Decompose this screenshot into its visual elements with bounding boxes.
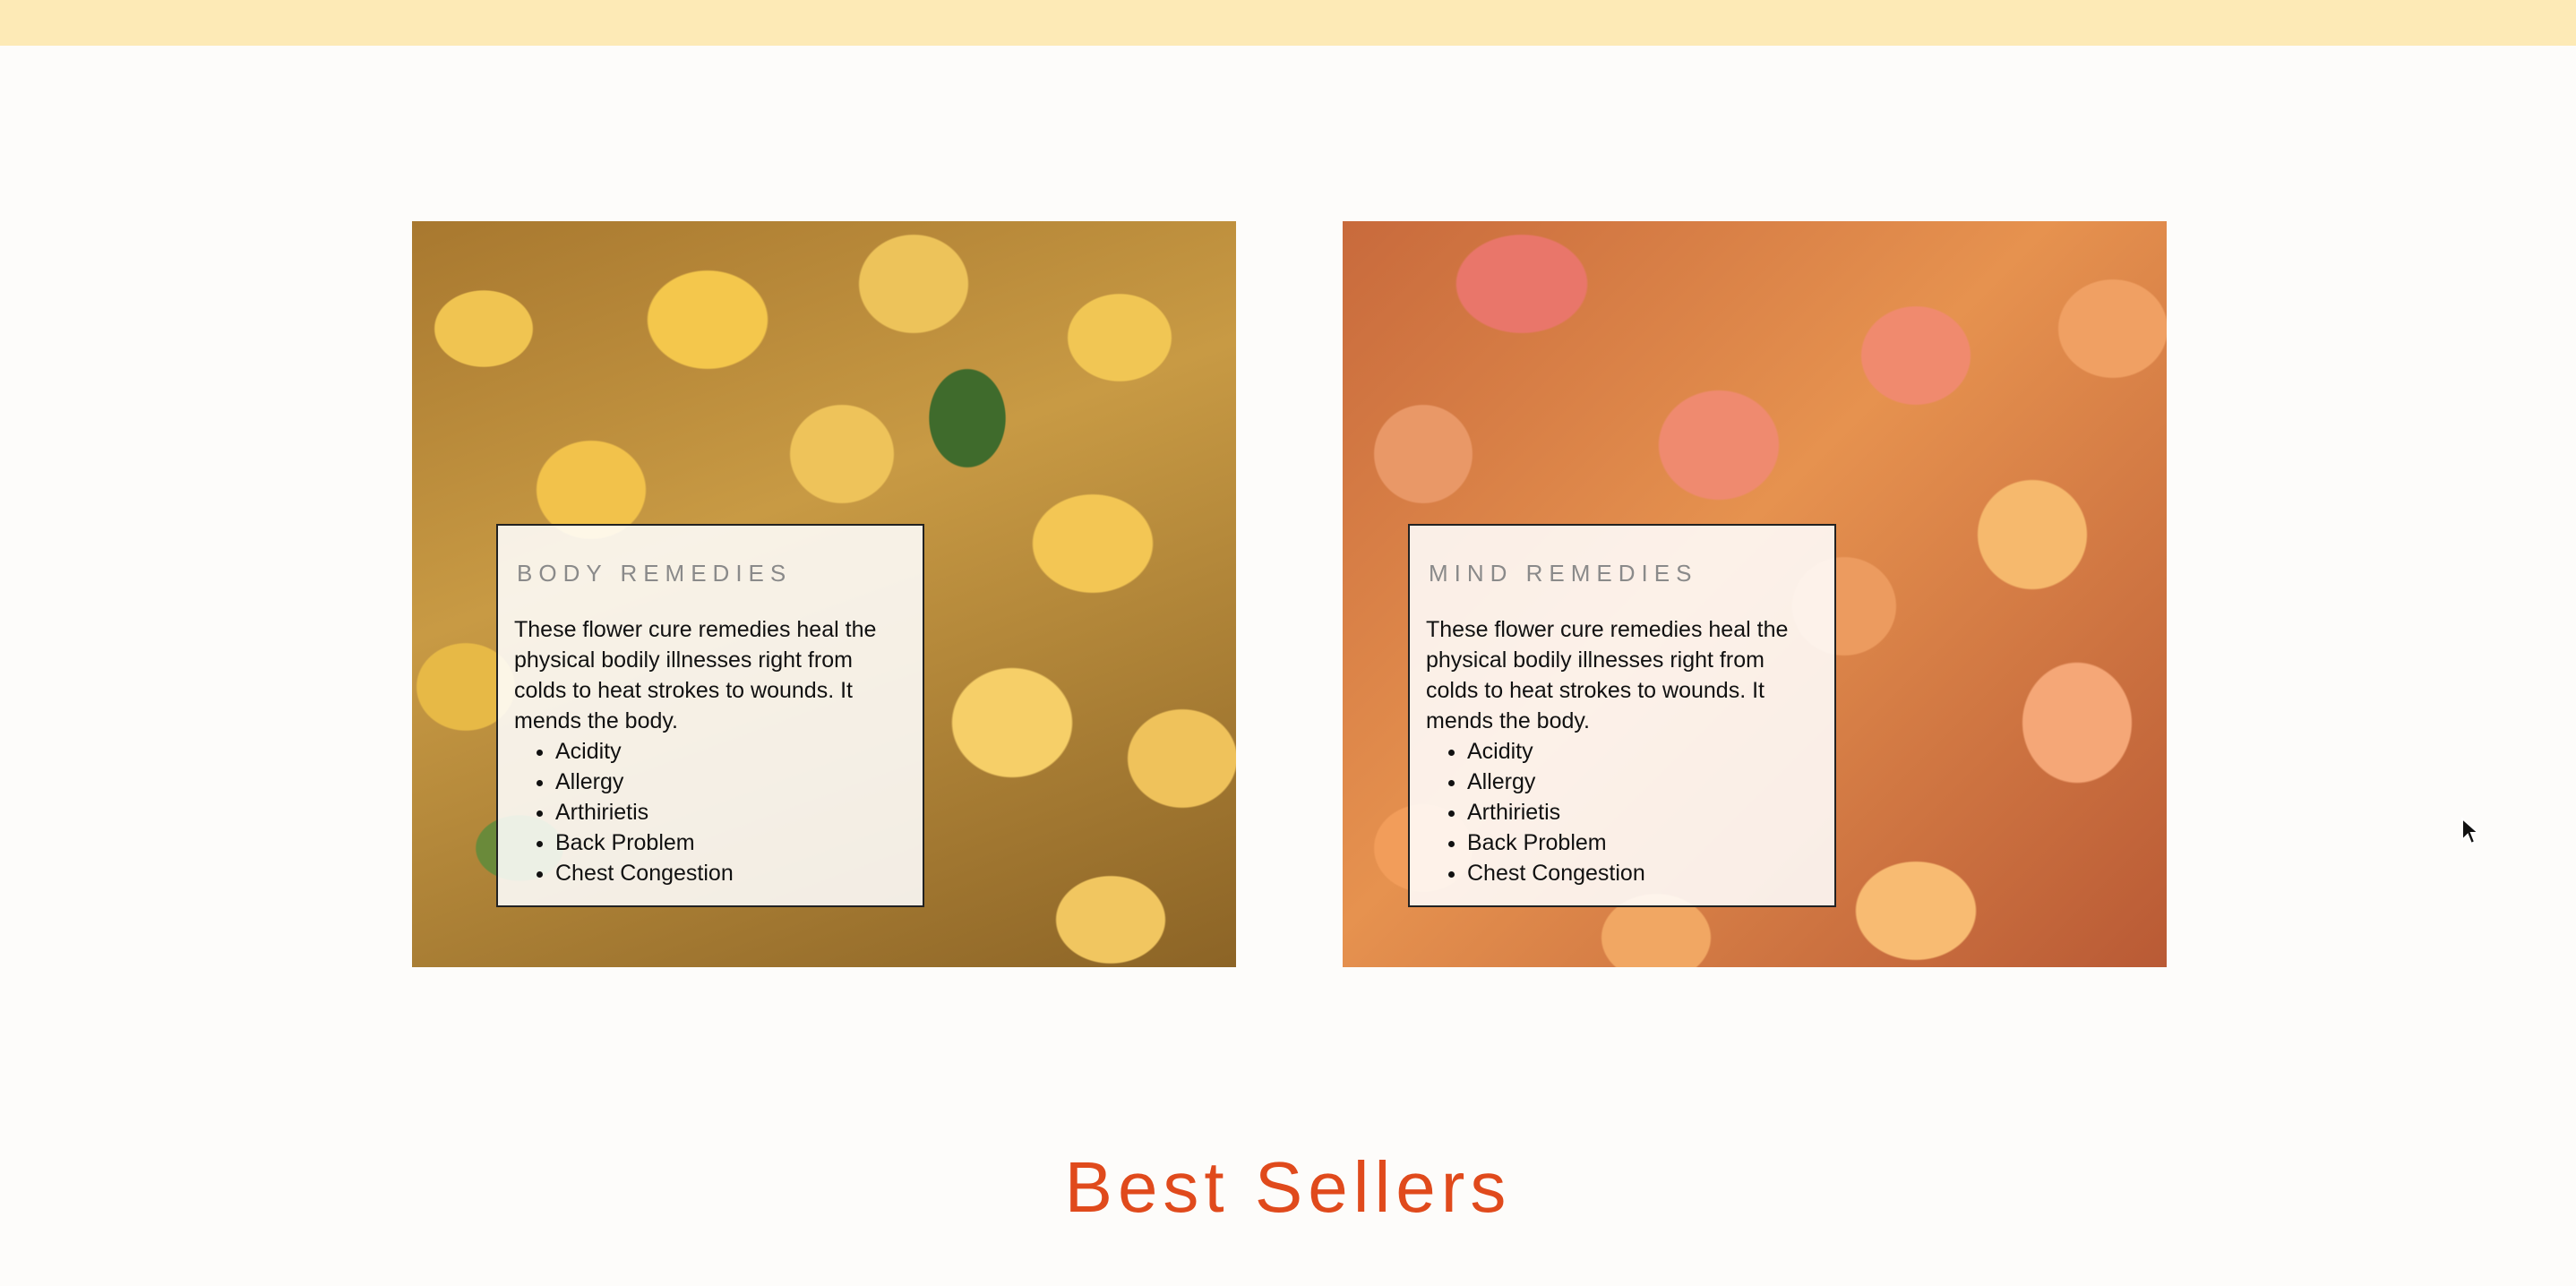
- body-remedies-title: BODY REMEDIES: [517, 560, 793, 587]
- list-item: Chest Congestion: [1467, 858, 1818, 888]
- list-item: Acidity: [1467, 736, 1818, 767]
- body-remedies-card[interactable]: BODY REMEDIES These flower cure remedies…: [412, 221, 1236, 967]
- list-item: Back Problem: [1467, 827, 1818, 858]
- best-sellers-heading: Best Sellers: [1064, 1147, 1512, 1227]
- list-item: Acidity: [555, 736, 906, 767]
- mind-remedies-list: Acidity Allergy Arthirietis Back Problem…: [1426, 736, 1818, 888]
- list-item: Chest Congestion: [555, 858, 906, 888]
- list-item: Back Problem: [555, 827, 906, 858]
- list-item: Allergy: [555, 767, 906, 797]
- list-item: Arthirietis: [1467, 797, 1818, 827]
- mind-remedies-info-box: MIND REMEDIES These flower cure remedies…: [1408, 524, 1836, 907]
- list-item: Allergy: [1467, 767, 1818, 797]
- body-remedies-description: These flower cure remedies heal the phys…: [514, 617, 877, 733]
- mind-remedies-card[interactable]: MIND REMEDIES These flower cure remedies…: [1343, 221, 2167, 967]
- body-remedies-list: Acidity Allergy Arthirietis Back Problem…: [514, 736, 906, 888]
- body-remedies-info-box: BODY REMEDIES These flower cure remedies…: [496, 524, 924, 907]
- list-item: Arthirietis: [555, 797, 906, 827]
- mind-remedies-title: MIND REMEDIES: [1429, 560, 1698, 587]
- top-banner: [0, 0, 2576, 46]
- mind-remedies-description: These flower cure remedies heal the phys…: [1426, 617, 1789, 733]
- mouse-cursor-icon: [2461, 817, 2481, 845]
